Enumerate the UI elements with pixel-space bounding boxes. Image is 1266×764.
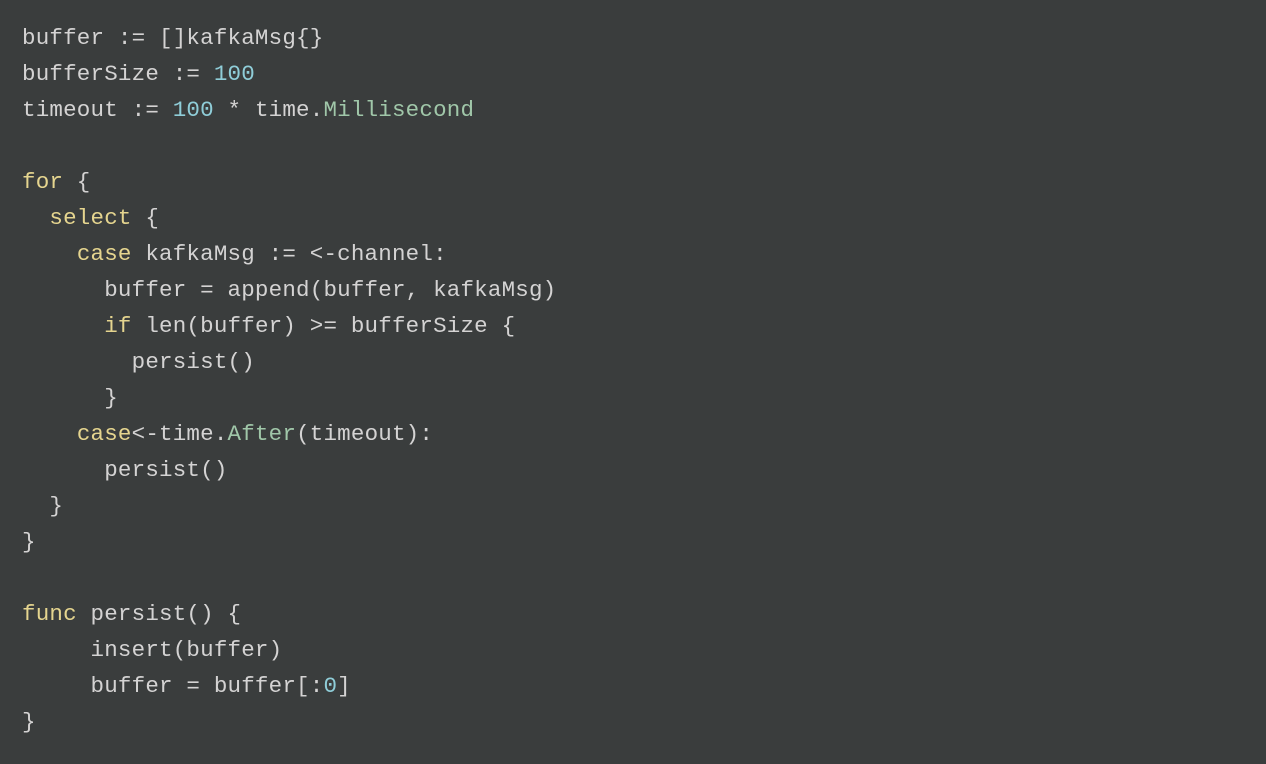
code-line: buffer := []kafkaMsg{} bbox=[22, 25, 323, 51]
code-token: * time. bbox=[214, 97, 324, 123]
code-line: } bbox=[22, 385, 118, 411]
code-line: persist() bbox=[22, 349, 255, 375]
code-token: 100 bbox=[214, 61, 255, 87]
code-token bbox=[22, 421, 77, 447]
code-line: case<-time.After(timeout): bbox=[22, 421, 433, 447]
code-line: bufferSize := 100 bbox=[22, 61, 255, 87]
code-line: if len(buffer) >= bufferSize { bbox=[22, 313, 515, 339]
code-line: } bbox=[22, 709, 36, 735]
code-line: } bbox=[22, 493, 63, 519]
code-token: } bbox=[22, 529, 36, 555]
code-token: for bbox=[22, 169, 63, 195]
code-token: ] bbox=[337, 673, 351, 699]
code-token: persist() bbox=[22, 349, 255, 375]
code-token: persist() bbox=[22, 457, 228, 483]
code-token: func bbox=[22, 601, 77, 627]
code-token: { bbox=[63, 169, 90, 195]
code-token: 0 bbox=[323, 673, 337, 699]
code-token: Millisecond bbox=[323, 97, 474, 123]
code-line: timeout := 100 * time.Millisecond bbox=[22, 97, 474, 123]
code-token: buffer = buffer[: bbox=[22, 673, 323, 699]
code-token: (timeout): bbox=[296, 421, 433, 447]
code-token bbox=[22, 205, 49, 231]
code-token bbox=[22, 313, 104, 339]
code-token: select bbox=[49, 205, 131, 231]
code-line: insert(buffer) bbox=[22, 637, 282, 663]
code-token: kafkaMsg := <-channel: bbox=[132, 241, 447, 267]
code-token: <-time. bbox=[132, 421, 228, 447]
code-token: } bbox=[22, 493, 63, 519]
code-token: } bbox=[22, 385, 118, 411]
code-token: len(buffer) >= bufferSize { bbox=[132, 313, 516, 339]
code-token: timeout := bbox=[22, 97, 173, 123]
code-line: persist() bbox=[22, 457, 228, 483]
code-line: for { bbox=[22, 169, 91, 195]
code-token: buffer := []kafkaMsg{} bbox=[22, 25, 323, 51]
code-token: persist() { bbox=[77, 601, 241, 627]
code-token: case bbox=[77, 421, 132, 447]
code-line: func persist() { bbox=[22, 601, 241, 627]
code-token: case bbox=[77, 241, 132, 267]
code-token: insert(buffer) bbox=[22, 637, 282, 663]
code-token: buffer = append(buffer, kafkaMsg) bbox=[22, 277, 556, 303]
code-line: select { bbox=[22, 205, 159, 231]
code-line: buffer = buffer[:0] bbox=[22, 673, 351, 699]
code-token: bufferSize := bbox=[22, 61, 214, 87]
code-token bbox=[22, 241, 77, 267]
code-line: } bbox=[22, 529, 36, 555]
code-line: case kafkaMsg := <-channel: bbox=[22, 241, 447, 267]
code-block: buffer := []kafkaMsg{} bufferSize := 100… bbox=[0, 0, 1266, 760]
code-line: buffer = append(buffer, kafkaMsg) bbox=[22, 277, 556, 303]
code-token: } bbox=[22, 709, 36, 735]
code-token: if bbox=[104, 313, 131, 339]
code-token: After bbox=[228, 421, 297, 447]
code-token: { bbox=[132, 205, 159, 231]
code-token: 100 bbox=[173, 97, 214, 123]
